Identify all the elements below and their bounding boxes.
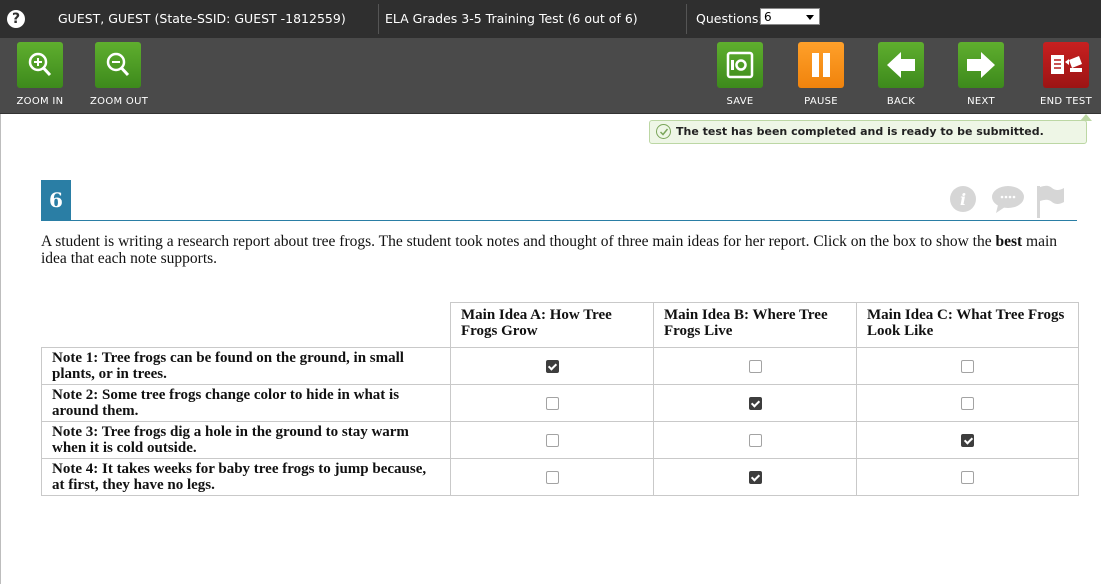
checkbox[interactable] bbox=[545, 433, 559, 447]
pause-button[interactable]: PAUSE bbox=[793, 42, 849, 107]
checkbox[interactable] bbox=[545, 396, 559, 410]
table-row: Note 4: It takes weeks for baby tree fro… bbox=[41, 458, 1079, 496]
checked-checkbox[interactable] bbox=[748, 470, 762, 484]
flag-icon[interactable] bbox=[1034, 184, 1066, 222]
checked-checkbox[interactable] bbox=[748, 396, 762, 410]
grid-body: Note 1: Tree frogs can be found on the g… bbox=[41, 347, 1079, 496]
safe-icon bbox=[717, 42, 763, 88]
pause-label: PAUSE bbox=[804, 96, 838, 107]
grid-corner bbox=[41, 302, 451, 348]
save-label: SAVE bbox=[726, 96, 754, 107]
checkbox[interactable] bbox=[961, 470, 974, 484]
checkbox[interactable] bbox=[545, 470, 559, 484]
table-row: Note 2: Some tree frogs change color to … bbox=[41, 384, 1079, 422]
toolbar: ZOOM IN ZOOM OUT SAVE PAUSE BACK NEXT EN… bbox=[0, 38, 1101, 114]
stem-emphasis: best bbox=[995, 233, 1023, 250]
questions-dropdown[interactable]: 6 bbox=[760, 8, 820, 25]
grid-cell bbox=[856, 347, 1079, 385]
svg-text:i: i bbox=[960, 190, 966, 209]
note-label: Note 1: Tree frogs can be found on the g… bbox=[41, 347, 451, 385]
table-row: Note 3: Tree frogs dig a hole in the gro… bbox=[41, 421, 1079, 459]
grid-cell bbox=[856, 458, 1079, 496]
grid-header-row: Main Idea A: How Tree Frogs Grow Main Id… bbox=[41, 302, 1079, 348]
help-icon[interactable]: ? bbox=[7, 10, 25, 28]
column-header: Main Idea A: How Tree Frogs Grow bbox=[450, 302, 654, 348]
check-circle-icon bbox=[656, 124, 671, 139]
zoom-out-button[interactable]: ZOOM OUT bbox=[90, 42, 149, 107]
checkbox[interactable] bbox=[961, 396, 974, 410]
test-name: ELA Grades 3-5 Training Test (6 out of 6… bbox=[385, 11, 638, 26]
zoom-in-label: ZOOM IN bbox=[16, 96, 64, 107]
match-grid: Main Idea A: How Tree Frogs Grow Main Id… bbox=[41, 302, 1079, 496]
divider bbox=[686, 4, 687, 34]
save-button[interactable]: SAVE bbox=[712, 42, 768, 107]
grid-cell bbox=[450, 384, 654, 422]
note-label: Note 4: It takes weeks for baby tree fro… bbox=[41, 458, 451, 496]
end-test-label: END TEST bbox=[1040, 96, 1092, 107]
user-info: GUEST, GUEST (State-SSID: GUEST -1812559… bbox=[58, 11, 346, 26]
grid-cell bbox=[856, 421, 1079, 459]
question-number: 6 bbox=[41, 180, 71, 220]
grid-cell bbox=[653, 384, 857, 422]
page-edge bbox=[0, 114, 1, 584]
next-label: NEXT bbox=[967, 96, 995, 107]
grid-cell bbox=[450, 421, 654, 459]
checkbox[interactable] bbox=[961, 359, 974, 373]
checkbox[interactable] bbox=[748, 359, 762, 373]
end-test-icon bbox=[1043, 42, 1089, 88]
notice-pointer bbox=[1080, 114, 1092, 121]
end-test-button[interactable]: END TEST bbox=[1038, 42, 1094, 107]
table-row: Note 1: Tree frogs can be found on the g… bbox=[41, 347, 1079, 385]
arrow-right-icon bbox=[958, 42, 1004, 88]
questions-dropdown-value: 6 bbox=[764, 10, 772, 24]
zoom-out-icon bbox=[95, 42, 141, 88]
column-header: Main Idea C: What Tree Frogs Look Like bbox=[856, 302, 1079, 348]
grid-cell bbox=[450, 458, 654, 496]
zoom-in-icon bbox=[17, 42, 63, 88]
back-button[interactable]: BACK bbox=[873, 42, 929, 107]
pause-icon bbox=[798, 42, 844, 88]
back-label: BACK bbox=[886, 96, 916, 107]
checked-checkbox[interactable] bbox=[545, 359, 559, 373]
zoom-in-button[interactable]: ZOOM IN bbox=[12, 42, 68, 107]
checkbox[interactable] bbox=[748, 433, 762, 447]
column-header: Main Idea B: Where Tree Frogs Live bbox=[653, 302, 857, 348]
grid-cell bbox=[653, 347, 857, 385]
completion-notice-text: The test has been completed and is ready… bbox=[676, 125, 1044, 138]
arrow-left-icon bbox=[878, 42, 924, 88]
grid-cell bbox=[653, 458, 857, 496]
divider bbox=[378, 4, 379, 34]
question-divider bbox=[41, 220, 1077, 221]
stem-text: A student is writing a research report a… bbox=[41, 233, 996, 250]
top-info-bar: ? GUEST, GUEST (State-SSID: GUEST -18125… bbox=[0, 0, 1101, 38]
grid-cell bbox=[856, 384, 1079, 422]
comment-icon[interactable] bbox=[990, 184, 1026, 218]
info-icon[interactable]: i bbox=[948, 184, 978, 218]
grid-cell bbox=[450, 347, 654, 385]
next-button[interactable]: NEXT bbox=[953, 42, 1009, 107]
checked-checkbox[interactable] bbox=[961, 433, 974, 447]
zoom-out-label: ZOOM OUT bbox=[90, 96, 149, 107]
note-label: Note 2: Some tree frogs change color to … bbox=[41, 384, 451, 422]
note-label: Note 3: Tree frogs dig a hole in the gro… bbox=[41, 421, 451, 459]
question-stem: A student is writing a research report a… bbox=[41, 233, 1077, 267]
chevron-down-icon bbox=[806, 15, 814, 20]
questions-label: Questions: bbox=[696, 11, 763, 26]
grid-cell bbox=[653, 421, 857, 459]
completion-notice: The test has been completed and is ready… bbox=[649, 114, 1092, 144]
